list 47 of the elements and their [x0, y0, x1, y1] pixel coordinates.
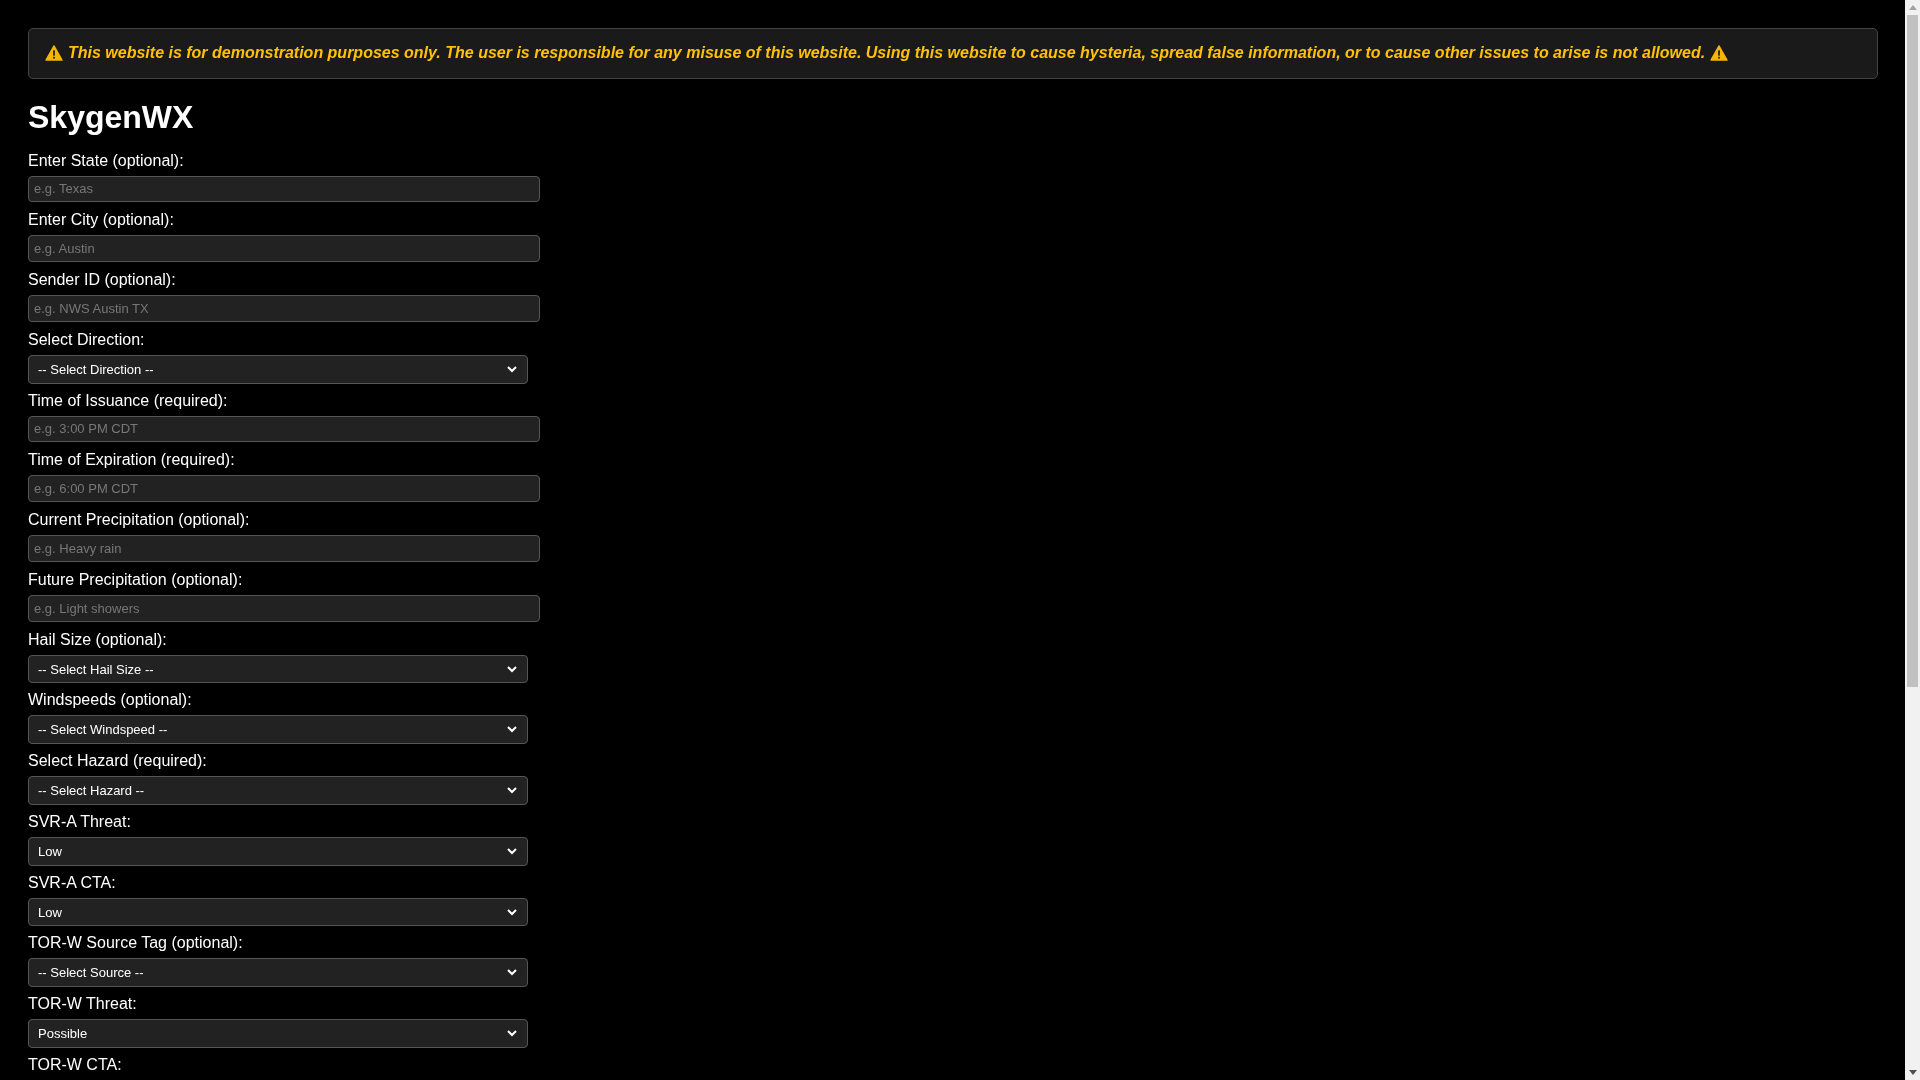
dropdown[interactable]: Low [28, 836, 528, 866]
chevron-down-icon [507, 787, 517, 795]
warning-icon [45, 45, 63, 62]
warning-icon [1710, 45, 1729, 62]
text-input[interactable]: e.g. Texas [28, 175, 540, 203]
field-label: TOR-W Source Tag (optional): [28, 934, 243, 953]
dropdown[interactable]: -- Select Direction -- [28, 354, 528, 384]
dropdown[interactable]: Low [28, 897, 528, 927]
dropdown[interactable]: -- Select Source -- [28, 958, 528, 988]
field-label: Enter State (optional): [28, 151, 184, 170]
dropdown[interactable]: -- Select Windspeed -- [28, 715, 528, 745]
dropdown[interactable]: -- Select Hazard -- [28, 776, 528, 805]
chevron-down-icon [507, 1030, 517, 1038]
field-label: Time of Expiration (required): [28, 451, 235, 470]
field-label: Sender ID (optional): [28, 271, 176, 290]
text-input[interactable]: e.g. 3:00 PM CDT [28, 415, 540, 443]
text-input[interactable]: e.g. Light showers [28, 594, 540, 622]
field-label: Current Precipitation (optional): [28, 511, 250, 530]
field-label: Select Hazard (required): [28, 752, 207, 771]
field-label: Time of Issuance (required): [28, 391, 228, 410]
field-label: Enter City (optional): [28, 211, 174, 230]
field-label: SVR-A CTA: [28, 873, 116, 892]
text-input[interactable]: e.g. 6:00 PM CDT [28, 475, 540, 503]
scrollbar[interactable] [1905, 0, 1920, 1080]
scroll-down-icon[interactable] [1908, 1070, 1917, 1075]
text-input[interactable]: e.g. Heavy rain [28, 535, 540, 562]
field-label: SVR-A Threat: [28, 812, 131, 831]
chevron-down-icon [507, 665, 517, 673]
chevron-down-icon [507, 969, 517, 977]
dropdown[interactable]: -- Select Hail Size -- [28, 654, 528, 684]
field-label: Hail Size (optional): [28, 630, 167, 649]
page-title: SkygenWX [28, 98, 194, 136]
text-input[interactable]: e.g. NWS Austin TX [28, 295, 540, 322]
scrollbar-thumb[interactable] [1907, 15, 1918, 687]
chevron-down-icon [507, 365, 517, 373]
chevron-down-icon [507, 847, 517, 855]
dropdown[interactable]: Possible [28, 1019, 528, 1048]
scroll-up-icon[interactable] [1908, 5, 1917, 10]
notice-text: This website is for demonstration purposes only. The user is responsible for any misuse of this website. Using this website to cause hysteria, spread false information, or to cause other issues to arise is not allowed. [68, 44, 1706, 63]
chevron-down-icon [507, 726, 517, 734]
chevron-down-icon [507, 908, 517, 916]
field-label: Windspeeds (optional): [28, 691, 192, 710]
field-label: TOR-W Threat: [28, 995, 137, 1014]
text-input[interactable]: e.g. Austin [28, 235, 540, 263]
field-label: Select Direction: [28, 330, 145, 349]
field-label: Future Precipitation (optional): [28, 570, 243, 589]
field-label: TOR-W CTA: [28, 1055, 122, 1074]
